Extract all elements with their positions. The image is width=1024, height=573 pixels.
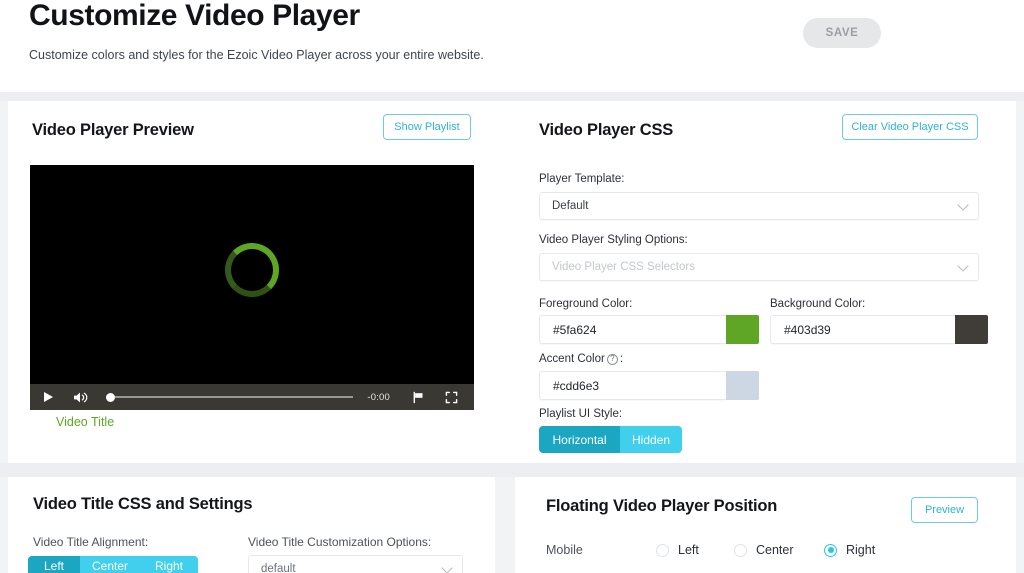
play-icon[interactable] [44,392,53,402]
foreground-color-swatch[interactable] [726,315,759,344]
floating-position-heading: Floating Video Player Position [546,497,778,515]
video-preview-frame[interactable]: -0:00 [30,165,474,410]
player-template-value: Default [552,200,589,212]
radio-right-icon[interactable] [824,543,837,557]
video-title-customization-value: default [261,563,296,573]
preview-button[interactable]: Preview [911,497,978,523]
alignment-option-left[interactable]: Left [28,556,80,573]
video-title-preview-label: Video Title [56,415,115,429]
accent-color-input[interactable]: #cdd6e3 [539,371,726,400]
progress-slider[interactable] [106,391,361,403]
mobile-position-right-label: Right [846,543,876,557]
player-template-select[interactable]: Default [539,192,979,220]
progress-handle[interactable] [106,392,115,402]
video-title-customization-label: Video Title Customization Options: [248,535,432,549]
radio-center-icon[interactable] [734,543,747,557]
foreground-color-value: #5fa624 [553,322,597,337]
clear-video-player-css-button[interactable]: Clear Video Player CSS [842,114,978,140]
chevron-down-icon [441,562,453,573]
background-color-input[interactable]: #403d39 [770,315,955,344]
mobile-position-center-label: Center [756,543,794,557]
alignment-option-right[interactable]: Right [140,556,198,573]
playlist-style-option-hidden[interactable]: Hidden [620,426,682,453]
loading-spinner-icon [225,243,279,298]
accent-color-label: Accent Color?: [539,353,623,365]
accent-color-row: #cdd6e3 [539,371,759,400]
customize-video-player-page: Customize Video Player Customize colors … [0,0,1024,573]
background-color-value: #403d39 [784,322,831,337]
player-template-label: Player Template: [539,173,625,185]
show-playlist-button[interactable]: Show Playlist [383,114,471,140]
page-header: Customize Video Player Customize colors … [0,0,1024,92]
alignment-option-center[interactable]: Center [80,556,140,573]
floating-video-player-position-card: Floating Video Player Position Preview M… [515,477,1016,573]
video-player-css-selectors-placeholder: Video Player CSS Selectors [552,261,695,273]
background-color-row: #403d39 [770,315,988,344]
video-player-css-selectors-select[interactable]: Video Player CSS Selectors [539,253,979,281]
page-subtitle: Customize colors and styles for the Ezoi… [29,48,484,62]
foreground-color-input[interactable]: #5fa624 [539,315,726,344]
video-player-preview-heading: Video Player Preview [32,121,194,139]
accent-color-label-text: Accent Color [539,353,605,365]
video-title-alignment-toggle: Left Center Right [28,556,198,573]
foreground-color-label: Foreground Color: [539,298,633,310]
main-content-card: Video Player Preview Show Playlist -0:00 [8,101,1016,463]
background-color-label: Background Color: [770,298,866,310]
playlist-style-option-horizontal[interactable]: Horizontal [539,426,620,453]
volume-icon[interactable] [73,391,88,404]
mobile-position-left-label: Left [678,543,699,557]
time-remaining-label: -0:00 [367,391,390,403]
chevron-down-icon [957,260,969,272]
mobile-position-center[interactable]: Center [734,543,824,557]
video-title-alignment-label: Video Title Alignment: [33,535,149,549]
page-title: Customize Video Player [29,0,360,32]
mobile-position-radio-group: Mobile Left Center Right [546,543,875,557]
background-color-swatch[interactable] [955,315,988,344]
section-divider-band [0,463,1024,477]
header-divider-band [0,92,1024,101]
video-controls-bar: -0:00 [30,384,474,410]
fullscreen-icon[interactable] [445,391,458,404]
mobile-position-right[interactable]: Right [824,543,875,557]
help-question-icon[interactable]: ? [606,353,618,365]
playlist-ui-style-toggle: Horizontal Hidden [539,426,682,453]
video-title-css-heading: Video Title CSS and Settings [33,495,253,513]
video-player-css-heading: Video Player CSS [539,121,674,139]
accent-color-swatch[interactable] [726,371,759,400]
foreground-color-row: #5fa624 [539,315,759,344]
radio-left-icon[interactable] [656,543,669,557]
video-title-customization-select[interactable]: default [248,555,463,573]
flag-icon[interactable] [412,391,425,404]
progress-track [111,396,354,398]
save-button[interactable]: SAVE [803,18,881,48]
chevron-down-icon [957,199,969,211]
mobile-position-left[interactable]: Left [656,543,734,557]
mobile-label: Mobile [546,543,583,557]
playlist-ui-style-label: Playlist UI Style: [539,408,623,420]
styling-options-label: Video Player Styling Options: [539,234,688,246]
accent-color-label-colon: : [619,353,624,365]
accent-color-value: #cdd6e3 [553,378,600,393]
